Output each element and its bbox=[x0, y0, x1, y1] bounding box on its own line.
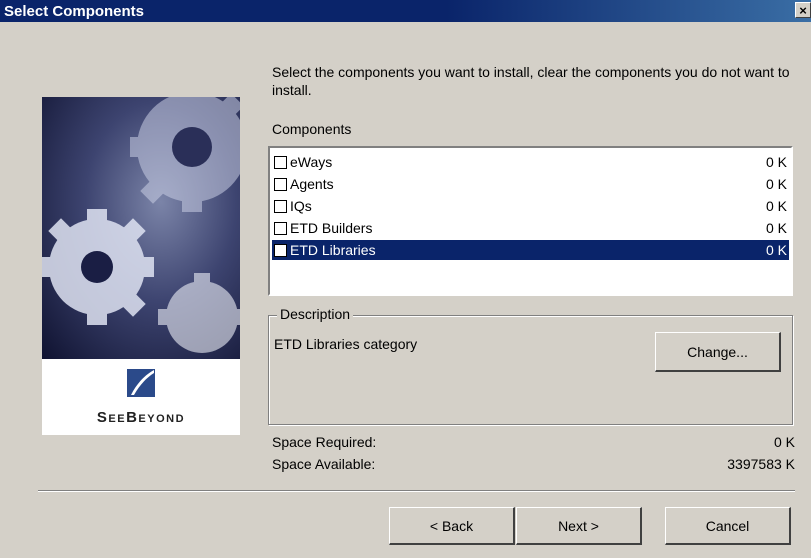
separator bbox=[38, 490, 795, 492]
space-required-label: Space Required: bbox=[272, 434, 377, 450]
item-size: 0 K bbox=[765, 198, 787, 214]
description-text: ETD Libraries category bbox=[274, 336, 418, 352]
title-bar: Select Components × bbox=[0, 0, 811, 22]
item-name: IQs bbox=[290, 198, 312, 214]
space-required-row: Space Required: 0 K bbox=[272, 434, 795, 450]
space-available-value: 3397583 K bbox=[727, 456, 795, 472]
checkbox[interactable] bbox=[274, 199, 287, 213]
seebeyond-logo-icon bbox=[127, 369, 155, 397]
brand-name: SeeBeyond bbox=[96, 409, 186, 426]
space-available-label: Space Available: bbox=[272, 456, 376, 472]
cancel-button[interactable]: Cancel bbox=[665, 507, 791, 545]
checkbox[interactable] bbox=[274, 243, 287, 257]
change-button[interactable]: Change... bbox=[655, 332, 781, 372]
intro-text: Select the components you want to instal… bbox=[272, 64, 790, 98]
item-size: 0 K bbox=[765, 154, 787, 170]
description-group: Description ETD Libraries category Chang… bbox=[268, 306, 793, 425]
space-required-value: 0 K bbox=[773, 434, 795, 450]
item-name: ETD Builders bbox=[290, 220, 373, 236]
list-item-iqs[interactable]: IQs 0 K bbox=[272, 196, 789, 216]
list-item-etd-libraries[interactable]: ETD Libraries 0 K bbox=[272, 240, 789, 260]
checkbox[interactable] bbox=[274, 221, 287, 235]
brand-area: SeeBeyond bbox=[42, 359, 240, 435]
components-list[interactable]: eWays 0 K Agents 0 K IQs 0 K ETD Builder… bbox=[268, 146, 793, 296]
space-available-row: Space Available: 3397583 K bbox=[272, 456, 795, 472]
item-size: 0 K bbox=[765, 220, 787, 236]
checkbox[interactable] bbox=[274, 155, 287, 169]
setup-banner: SeeBeyond bbox=[42, 97, 240, 435]
gears-image bbox=[42, 97, 240, 359]
list-item-etd-builders[interactable]: ETD Builders 0 K bbox=[272, 218, 789, 238]
item-name: ETD Libraries bbox=[290, 242, 376, 258]
item-size: 0 K bbox=[765, 176, 787, 192]
close-icon: × bbox=[799, 2, 807, 18]
item-name: eWays bbox=[290, 154, 333, 170]
list-item-agents[interactable]: Agents 0 K bbox=[272, 174, 789, 194]
window-title: Select Components bbox=[4, 2, 145, 20]
gears-icon bbox=[42, 97, 240, 353]
next-button[interactable]: Next > bbox=[516, 507, 642, 545]
close-button[interactable]: × bbox=[795, 2, 811, 18]
item-name: Agents bbox=[290, 176, 334, 192]
list-item-eways[interactable]: eWays 0 K bbox=[272, 152, 789, 172]
item-size: 0 K bbox=[765, 242, 787, 258]
description-title: Description bbox=[277, 306, 354, 322]
back-button[interactable]: < Back bbox=[389, 507, 515, 545]
checkbox[interactable] bbox=[274, 177, 287, 191]
components-label: Components bbox=[272, 121, 352, 137]
